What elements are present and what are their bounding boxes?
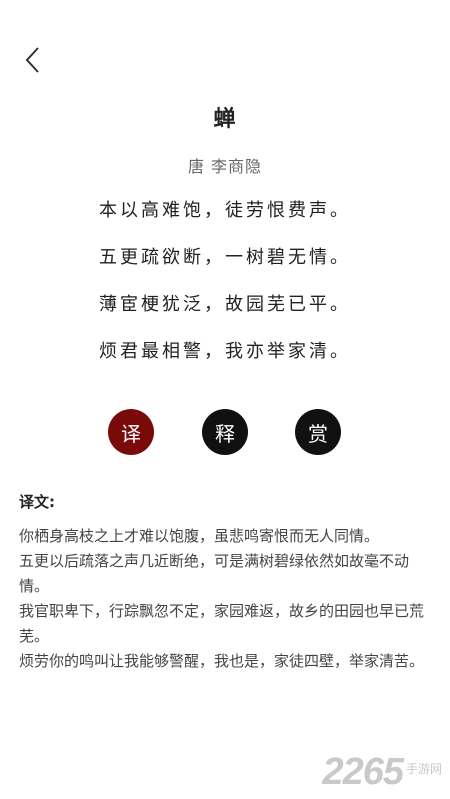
back-button[interactable] — [14, 40, 50, 80]
translation-button[interactable]: 译 — [108, 409, 154, 455]
poem-line: 五更疏欲断，一树碧无情。 — [99, 247, 351, 268]
translation-paragraph: 烦劳你的鸣叫让我能够警醒，我也是，家徒四壁，举家清苦。 — [19, 652, 425, 670]
translation-paragraph: 五更以后疏落之声几近断绝，可是满树碧绿依然如故毫不动情。 — [19, 552, 410, 595]
watermark-text: 手游网 — [405, 762, 442, 776]
poem-body: 本以高难饱，徒劳恨费声。 五更疏欲断，一树碧无情。 薄宦梗犹泛，故园芜已平。 烦… — [0, 196, 450, 384]
section-title: 译文: — [19, 493, 55, 511]
poem-line: 薄宦梗犹泛，故园芜已平。 — [99, 294, 351, 315]
chevron-left-icon — [25, 47, 39, 73]
translation-text: 你栖身高枝之上才难以饱腹，虽悲鸣寄恨而无人同情。 五更以后疏落之声几近断绝，可是… — [19, 524, 429, 674]
appreciation-button[interactable]: 赏 — [295, 409, 341, 455]
translation-paragraph: 我官职卑下，行踪飘忽不定，家园难返，故乡的田园也早已荒芜。 — [19, 602, 425, 645]
translation-paragraph: 你栖身高枝之上才难以饱腹，虽悲鸣寄恨而无人同情。 — [19, 527, 380, 545]
watermark-number: 2265 — [322, 751, 404, 793]
poem-line: 本以高难饱，徒劳恨费声。 — [99, 200, 351, 221]
poem-line: 烦君最相警，我亦举家清。 — [99, 341, 351, 362]
poem-title: 蝉 — [213, 107, 237, 132]
poem-author: 唐 李商隐 — [187, 157, 263, 176]
annotation-button[interactable]: 释 — [202, 409, 248, 455]
action-bar: 译 释 赏 — [0, 409, 450, 455]
watermark-logo: 2265 手游网 — [322, 751, 442, 791]
